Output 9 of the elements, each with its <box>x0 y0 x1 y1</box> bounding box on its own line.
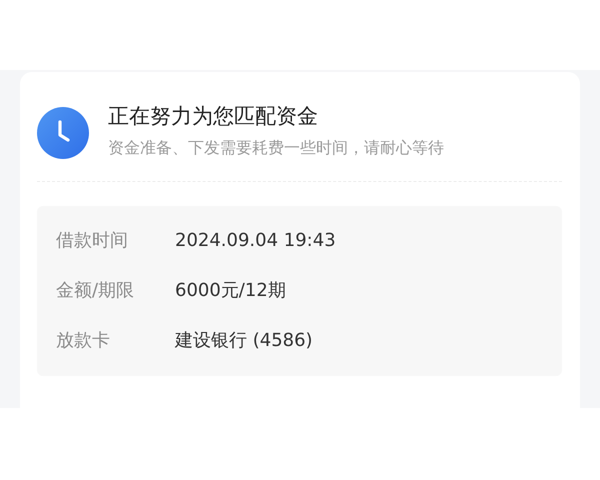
detail-value: 建设银行 (4586) <box>175 329 313 352</box>
clock-icon <box>37 106 89 158</box>
status-title: 正在努力为您匹配资金 <box>108 103 319 130</box>
detail-value: 2024.09.04 19:43 <box>175 230 336 250</box>
status-subtitle: 资金准备、下发需要耗费一些时间，请耐心等待 <box>108 138 444 159</box>
detail-label: 放款卡 <box>56 329 111 352</box>
detail-label: 金额/期限 <box>56 279 136 302</box>
detail-label: 借款时间 <box>56 229 129 252</box>
detail-value: 6000元/12期 <box>175 279 286 302</box>
